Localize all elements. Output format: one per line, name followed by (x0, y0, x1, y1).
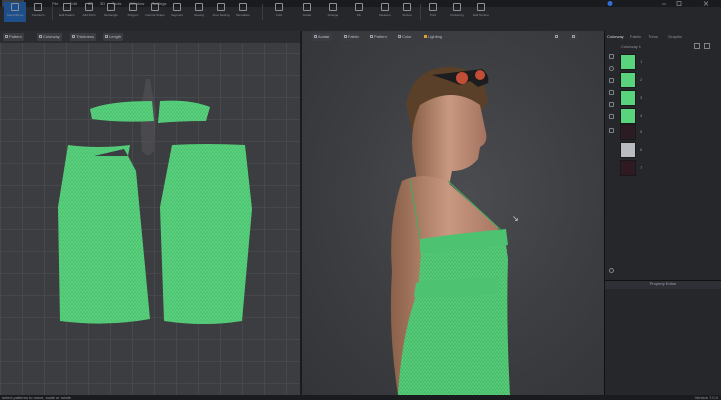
status-bar (0, 395, 721, 400)
arrange-icon (329, 3, 337, 11)
fabric-swatch[interactable] (620, 90, 636, 106)
button-icon[interactable] (609, 78, 614, 83)
tool-edit-texture[interactable]: Edit Texture (470, 2, 492, 22)
topstitch-icon[interactable] (609, 102, 614, 107)
swatch-index: 7 (640, 165, 643, 170)
tab-trims[interactable]: Trims (648, 33, 658, 40)
tool-add-point[interactable]: Add Point (78, 2, 100, 22)
tool-fold[interactable]: Fold (268, 2, 290, 22)
list-icon[interactable] (609, 54, 614, 59)
version-label: Version 7.0.0 (694, 395, 718, 400)
fabric-swatch[interactable] (620, 54, 636, 70)
fabric-swatch[interactable] (620, 108, 636, 124)
colorway-settings-button[interactable] (704, 43, 710, 49)
close-button[interactable] (702, 0, 710, 7)
user-icon[interactable] (606, 0, 614, 7)
status-message: select patterns to move, scale or rotate (2, 395, 71, 400)
tab-colorway[interactable]: Colorway (607, 33, 624, 40)
tool-edit-pattern[interactable]: Edit Pattern (56, 2, 78, 22)
swatch-index: 6 (640, 147, 643, 152)
tool-texture[interactable]: Texture (396, 2, 418, 22)
tool-arrange[interactable]: Arrange (322, 2, 344, 22)
swatch-index: 1 (640, 59, 643, 64)
zipper-icon[interactable] (609, 90, 614, 95)
tool-pin[interactable]: Pin (348, 2, 370, 22)
minimize-button[interactable] (660, 0, 668, 7)
tool-select-move[interactable]: Select/Move (4, 2, 26, 22)
tab-fabric[interactable]: Fabric (630, 33, 641, 40)
tool-measure[interactable]: Measure (374, 2, 396, 22)
polygon-icon (129, 3, 137, 11)
swatch-index: 3 (640, 95, 643, 100)
transform-icon (34, 3, 42, 11)
layer-icon[interactable] (609, 114, 614, 119)
internal-shape-icon (151, 3, 159, 11)
pointer-icon (11, 3, 19, 11)
tool-print[interactable]: Print (422, 2, 444, 22)
swatch-index: 2 (640, 77, 643, 82)
fabric-swatch[interactable] (620, 72, 636, 88)
free-sewing-icon (217, 3, 225, 11)
pattern-piece-back[interactable] (160, 144, 252, 324)
print-icon (429, 3, 437, 11)
puckering-icon (453, 3, 461, 11)
toolbar-divider (262, 4, 263, 20)
fabric-swatch[interactable] (620, 124, 636, 140)
sphere-icon[interactable] (609, 66, 614, 71)
measure-icon (381, 3, 389, 11)
simulation-icon (239, 3, 247, 11)
tool-internal-shape[interactable]: Internal Shape (144, 2, 166, 22)
swatch-index: 5 (640, 129, 643, 134)
maximize-icon (676, 1, 682, 6)
mouse-cursor: ↘ (512, 214, 519, 223)
pin-icon (355, 3, 363, 11)
fold-icon (275, 3, 283, 11)
toolbar-divider (52, 4, 53, 20)
close-icon (703, 1, 709, 6)
tool-polygon[interactable]: Polygon (122, 2, 144, 22)
tool-simulation[interactable]: Simulation (232, 2, 254, 22)
add-colorway-button[interactable] (694, 43, 700, 49)
tool-avatar[interactable]: Avatar (296, 2, 318, 22)
sewing-icon (195, 3, 203, 11)
fabric-swatch[interactable] (620, 142, 636, 158)
rectangle-icon (107, 3, 115, 11)
tool-sewing[interactable]: Sewing (188, 2, 210, 22)
pattern-piece-top-left[interactable] (90, 101, 154, 122)
avatar-icon (303, 3, 311, 11)
maximize-button[interactable] (675, 0, 683, 7)
edit-texture-icon (477, 3, 485, 11)
property-editor-title: Property Editor (649, 281, 677, 286)
minimize-icon (662, 3, 666, 5)
tab-graphic[interactable]: Graphic (668, 33, 682, 40)
pattern-piece-top-right[interactable] (158, 100, 210, 123)
tool-puckering[interactable]: Puckering (446, 2, 468, 22)
tool-free-sewing[interactable]: Free Sewing (210, 2, 232, 22)
colorway-name: Colorway 1 (621, 44, 642, 49)
segment-icon (173, 3, 181, 11)
edit-pattern-icon (63, 3, 71, 11)
pattern-piece-front[interactable] (58, 145, 150, 324)
avatar-person-icon[interactable] (609, 128, 614, 133)
tool-rectangle[interactable]: Rectangle (100, 2, 122, 22)
toolbar-divider (420, 4, 421, 20)
tool-segment[interactable]: Segment (166, 2, 188, 22)
swatch-index: 4 (640, 113, 643, 118)
texture-icon (403, 3, 411, 11)
pattern-pieces (58, 79, 252, 324)
camera-icon[interactable] (609, 268, 614, 273)
tool-transform[interactable]: Transform (27, 2, 49, 22)
avatar-model[interactable]: ↘ (302, 31, 604, 395)
add-point-icon (85, 3, 93, 11)
fabric-swatch[interactable] (620, 160, 636, 176)
